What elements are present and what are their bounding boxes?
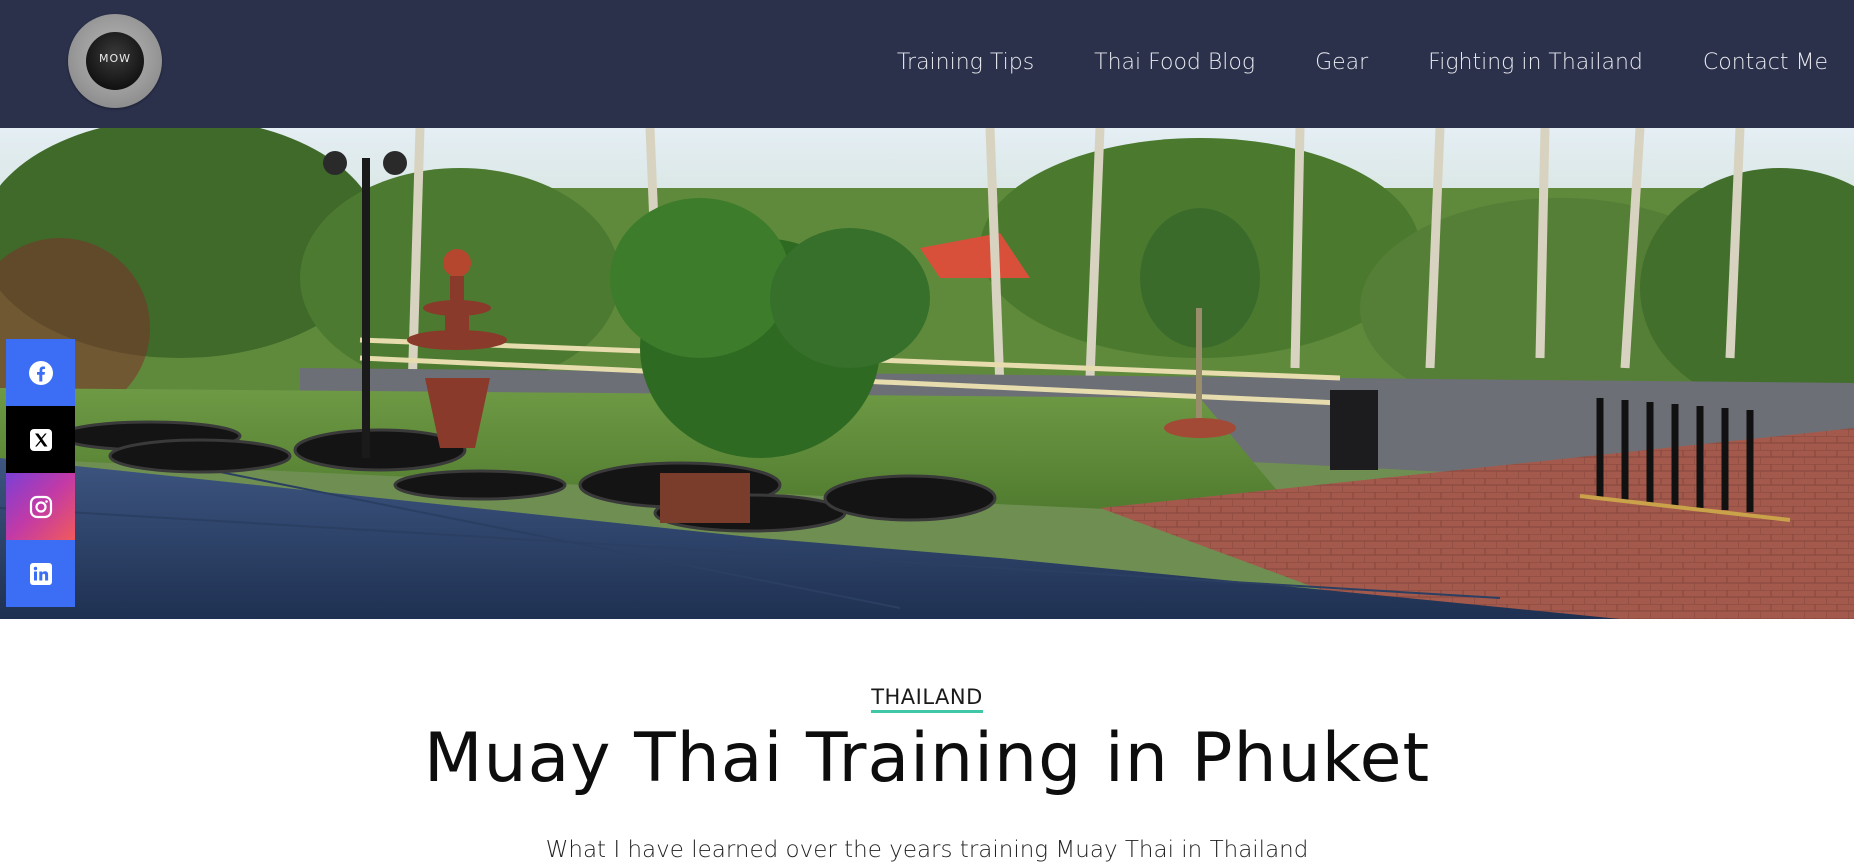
instagram-share-button[interactable] [6,473,75,540]
nav-fighting-in-thailand[interactable]: Fighting in Thailand [1428,50,1643,75]
site-header: MOW Training Tips Thai Food Blog Gear Fi… [0,0,1854,128]
social-share-bar [6,339,75,607]
category-link[interactable]: THAILAND [871,685,983,713]
linkedin-icon [29,562,52,585]
instagram-icon [29,495,52,518]
page-title: Muay Thai Training in Phuket [423,719,1431,798]
article-header: THAILAND Muay Thai Training in Phuket Wh… [0,619,1854,863]
facebook-share-button[interactable] [6,339,75,406]
hero-image [0,128,1854,619]
page-subtitle: What I have learned over the years train… [545,837,1309,863]
nav-gear[interactable]: Gear [1315,50,1368,75]
nav-training-tips[interactable]: Training Tips [897,50,1034,75]
nav-thai-food-blog[interactable]: Thai Food Blog [1094,50,1255,75]
x-icon [29,428,52,451]
linkedin-share-button[interactable] [6,540,75,607]
gym-photo-icon [0,128,1854,619]
logo-text: MOW [98,52,132,65]
site-logo[interactable]: MOW [68,14,162,108]
main-nav: Training Tips Thai Food Blog Gear Fighti… [897,44,1828,80]
logo-badge-icon: MOW [86,32,144,90]
facebook-icon [28,360,53,385]
category-wrap: THAILAND [0,685,1854,713]
x-share-button[interactable] [6,406,75,473]
nav-contact-me[interactable]: Contact Me [1703,50,1828,75]
